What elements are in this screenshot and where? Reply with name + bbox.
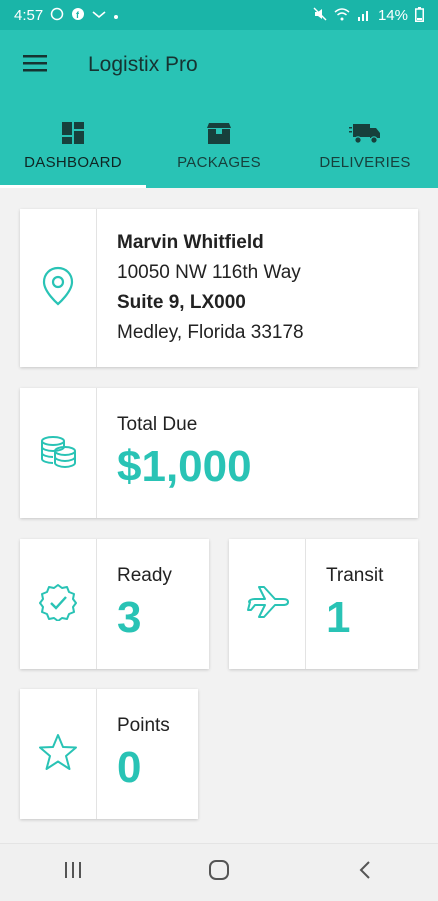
status-bar: 4:57 f 14% bbox=[0, 0, 438, 30]
tab-dashboard-label: DASHBOARD bbox=[24, 153, 122, 171]
ready-body: Ready 3 bbox=[97, 539, 172, 669]
package-icon bbox=[206, 118, 232, 148]
home-icon bbox=[208, 859, 230, 886]
points-card[interactable]: Points 0 bbox=[20, 689, 198, 819]
whatsapp-icon bbox=[50, 7, 64, 23]
tab-deliveries-label: DELIVERIES bbox=[319, 153, 411, 171]
menu-button[interactable] bbox=[0, 30, 70, 100]
street-address: 10050 NW 116th Way bbox=[117, 262, 301, 283]
status-right: 14% bbox=[313, 6, 424, 24]
recent-apps-button[interactable] bbox=[33, 848, 113, 898]
transit-icon-column bbox=[229, 539, 306, 669]
truck-icon bbox=[349, 118, 381, 148]
facebook-icon: f bbox=[71, 7, 85, 23]
ready-card[interactable]: Ready 3 bbox=[20, 539, 209, 669]
transit-card[interactable]: Transit 1 bbox=[229, 539, 418, 669]
points-value: 0 bbox=[117, 743, 142, 792]
points-label: Points bbox=[117, 715, 170, 736]
app-bar: Logistix Pro bbox=[0, 30, 438, 100]
total-due-value: $1,000 bbox=[117, 442, 252, 491]
back-icon bbox=[358, 860, 372, 885]
wifi-icon bbox=[334, 7, 350, 23]
address-card[interactable]: Marvin Whitfield 10050 NW 116th Way Suit… bbox=[20, 209, 418, 367]
airplane-icon bbox=[245, 585, 289, 624]
recipient-name: Marvin Whitfield bbox=[117, 232, 264, 253]
points-body: Points 0 bbox=[97, 689, 170, 819]
tab-dashboard[interactable]: DASHBOARD bbox=[0, 100, 146, 188]
city-line: Medley, Florida 33178 bbox=[117, 322, 304, 343]
active-tab-indicator bbox=[0, 185, 146, 188]
total-due-body: Total Due $1,000 bbox=[97, 388, 252, 518]
tab-deliveries[interactable]: DELIVERIES bbox=[292, 100, 438, 188]
home-button[interactable] bbox=[179, 848, 259, 898]
app-title: Logistix Pro bbox=[88, 53, 198, 76]
verified-badge-icon bbox=[39, 583, 77, 626]
transit-label: Transit bbox=[326, 565, 384, 586]
mute-icon bbox=[313, 7, 327, 23]
hamburger-icon bbox=[23, 54, 47, 77]
ready-label: Ready bbox=[117, 565, 172, 586]
suite-line: Suite 9, LX000 bbox=[117, 292, 246, 313]
dashboard-icon bbox=[61, 118, 85, 148]
recent-apps-icon bbox=[63, 861, 83, 884]
transit-body: Transit 1 bbox=[306, 539, 383, 669]
total-due-card[interactable]: Total Due $1,000 bbox=[20, 388, 418, 518]
tab-packages-label: PACKAGES bbox=[177, 153, 261, 171]
address-icon-column bbox=[20, 209, 97, 367]
status-time: 4:57 bbox=[14, 6, 44, 24]
more-dot-icon bbox=[113, 9, 119, 22]
transit-value: 1 bbox=[326, 593, 351, 642]
ready-value: 3 bbox=[117, 593, 142, 642]
system-nav-bar bbox=[0, 843, 438, 901]
star-icon bbox=[38, 733, 78, 776]
coins-icon bbox=[38, 434, 78, 473]
inbox-icon bbox=[92, 9, 106, 22]
battery-percent: 14% bbox=[377, 6, 408, 24]
total-due-icon-column bbox=[20, 388, 97, 518]
back-button[interactable] bbox=[325, 848, 405, 898]
ready-icon-column bbox=[20, 539, 97, 669]
location-pin-icon bbox=[41, 266, 75, 311]
points-icon-column bbox=[20, 689, 97, 819]
address-body: Marvin Whitfield 10050 NW 116th Way Suit… bbox=[97, 209, 304, 367]
tab-packages[interactable]: PACKAGES bbox=[146, 100, 292, 188]
signal-icon bbox=[357, 8, 371, 23]
battery-icon bbox=[415, 6, 424, 24]
total-due-label: Total Due bbox=[117, 414, 198, 435]
tab-bar: DASHBOARD PACKAGES DELIVERIES bbox=[0, 100, 438, 188]
status-left: 4:57 f bbox=[14, 7, 119, 24]
